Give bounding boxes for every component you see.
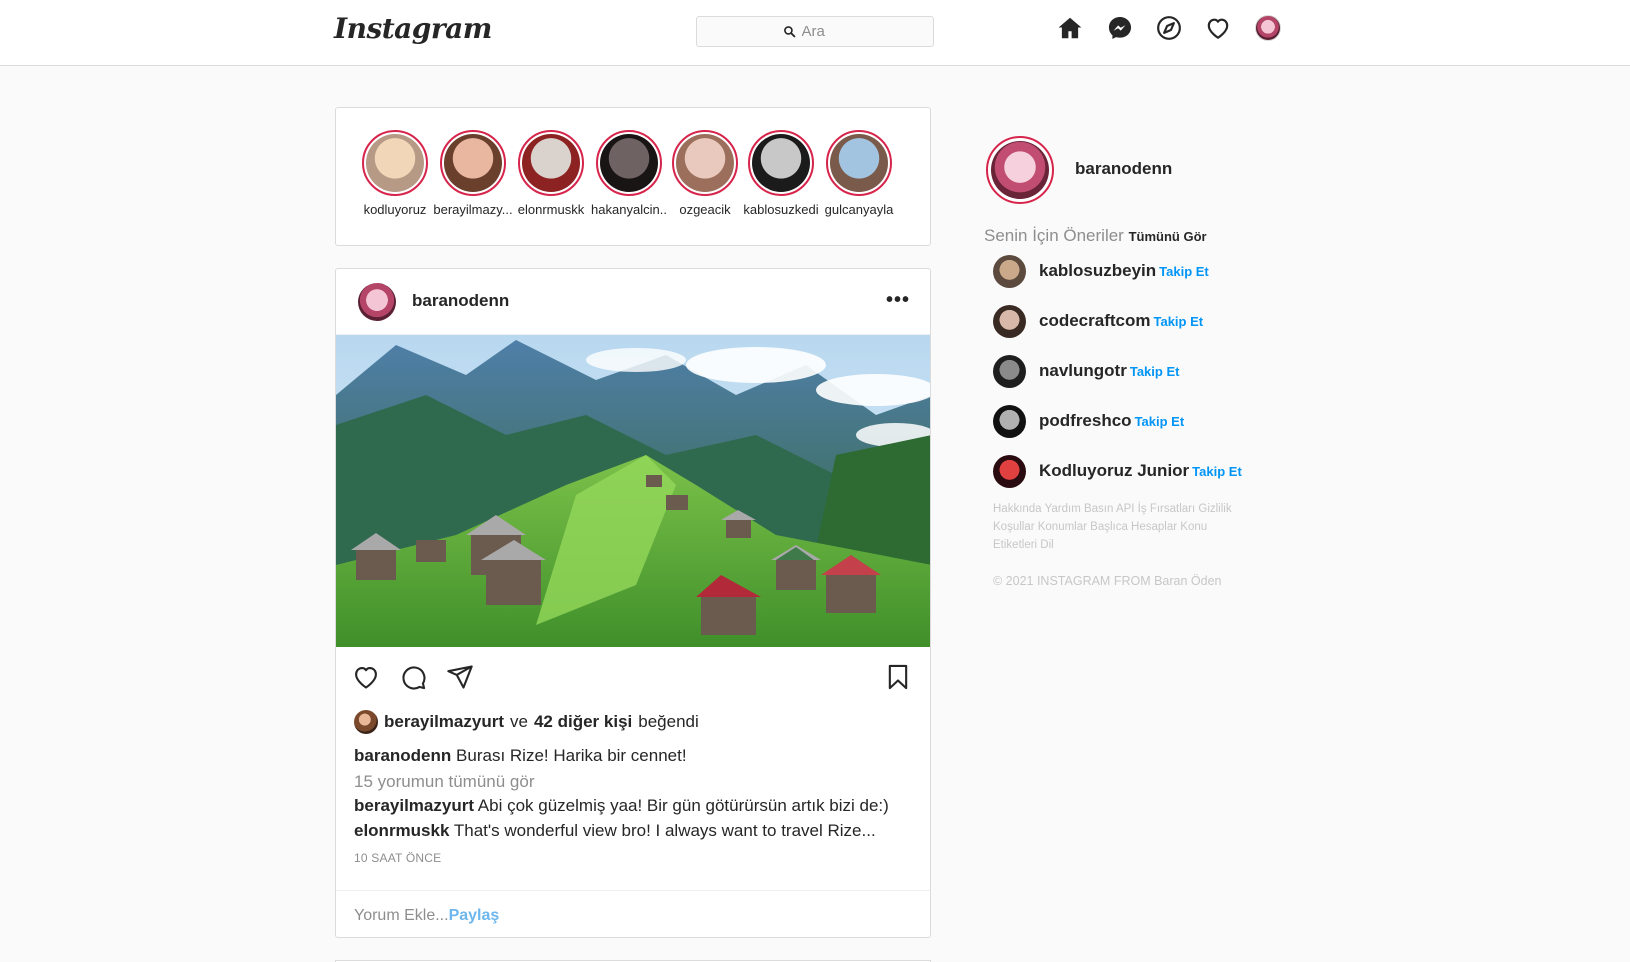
story-username: gulcanyayla [824, 202, 894, 217]
comment-username[interactable]: berayilmazyurt [354, 796, 474, 815]
suggestion-item: navlungotr Takip Et [993, 355, 1273, 389]
suggestion-item: kablosuzbeyin Takip Et [993, 255, 1273, 289]
post-actions [336, 659, 930, 699]
share-comment-button[interactable]: Paylaş [449, 907, 500, 924]
comment-placeholder[interactable]: Yorum Ekle... [354, 907, 449, 924]
follow-button[interactable]: Takip Et [1130, 364, 1180, 379]
story-avatar[interactable] [596, 130, 662, 196]
suggestion-item: podfreshco Takip Et [993, 405, 1273, 439]
story-avatar[interactable] [362, 130, 428, 196]
feed-post: baranodenn ••• berayilmazyurt ve 42 diğe… [335, 268, 931, 938]
story-avatar[interactable] [748, 130, 814, 196]
more-options-icon[interactable]: ••• [886, 289, 910, 312]
story-avatar[interactable] [518, 130, 584, 196]
story-item[interactable]: elonrmuskk [510, 130, 592, 217]
footer-links[interactable]: Hakkında Yardım Basın API İş Fırsatları … [993, 500, 1243, 554]
post-caption: baranodenn Burası Rize! Harika bir cenne… [354, 746, 687, 766]
current-user-avatar[interactable] [986, 136, 1054, 204]
story-username: elonrmuskk [517, 202, 585, 217]
current-user-username[interactable]: baranodenn [1075, 159, 1172, 179]
search-input[interactable] [801, 23, 848, 40]
activity-heart-icon[interactable] [1204, 14, 1232, 42]
search-icon [783, 26, 795, 38]
instagram-logo[interactable]: Instagram [334, 12, 492, 45]
stories-bar: kodluyoruz berayilmazy... elonrmuskk hakany… [335, 107, 931, 246]
comment-field[interactable]: Yorum Ekle...Paylaş [354, 907, 499, 925]
likes-conjunction: ve [510, 712, 528, 731]
liker-username[interactable]: berayilmazyurt [384, 712, 504, 732]
suggestion-username[interactable]: Kodluyoruz Junior [1039, 461, 1189, 480]
story-item[interactable]: kodluyoruz [354, 130, 436, 217]
comment-icon[interactable] [399, 663, 429, 693]
suggestion-avatar[interactable] [993, 355, 1026, 388]
suggestion-username[interactable]: kablosuzbeyin [1039, 261, 1156, 280]
story-item[interactable]: hakanyalcin.. [588, 130, 670, 217]
follow-button[interactable]: Takip Et [1135, 414, 1185, 429]
caption-text: Burası Rize! Harika bir cennet! [456, 746, 687, 765]
messenger-icon[interactable] [1106, 14, 1134, 42]
post-image[interactable] [336, 335, 930, 647]
post-timestamp: 10 SAAT ÖNCE [354, 851, 442, 865]
suggestion-username[interactable]: codecraftcom [1039, 311, 1150, 330]
top-navbar: Instagram [0, 0, 1630, 66]
suggestion-avatar[interactable] [993, 305, 1026, 338]
see-all-link[interactable]: Tümünü Gör [1129, 229, 1207, 244]
follow-button[interactable]: Takip Et [1192, 464, 1242, 479]
comment-text: Abi çok güzelmiş yaa! Bir gün götürürsün… [477, 796, 889, 815]
follow-button[interactable]: Takip Et [1159, 264, 1209, 279]
suggestion-avatar[interactable] [993, 255, 1026, 288]
story-item[interactable]: berayilmazy... [432, 130, 514, 217]
suggestion-item: Kodluyoruz Junior Takip Et [993, 455, 1273, 489]
add-comment-bar: Yorum Ekle...Paylaş [336, 890, 930, 937]
comment-text: That's wonderful view bro! I always want… [453, 821, 876, 840]
story-item[interactable]: kablosuzkedi [740, 130, 822, 217]
story-item[interactable]: ozgeacik [664, 130, 746, 217]
share-send-icon[interactable] [446, 663, 476, 693]
comment-row: berayilmazyurt Abi çok güzelmiş yaa! Bir… [354, 796, 889, 816]
suggestion-item: codecraftcom Takip Et [993, 305, 1273, 339]
comment-username[interactable]: elonrmuskk [354, 821, 449, 840]
copyright: © 2021 INSTAGRAM FROM Baran Öden [993, 574, 1222, 588]
story-username: kodluyoruz [363, 202, 427, 217]
liker-avatar[interactable] [354, 710, 378, 734]
profile-avatar[interactable] [1254, 14, 1282, 42]
home-icon[interactable] [1056, 14, 1084, 42]
story-avatar[interactable] [440, 130, 506, 196]
search-box[interactable] [696, 16, 934, 47]
likes-summary: berayilmazyurt ve 42 diğer kişi beğendi [354, 710, 699, 734]
likes-suffix: beğendi [638, 712, 699, 731]
suggestions-header: Senin İçin Öneriler Tümünü Gör [984, 226, 1207, 246]
story-item[interactable]: gulcanyayla [818, 130, 900, 217]
suggestion-avatar[interactable] [993, 455, 1026, 488]
suggestions-title: Senin İçin Öneriler [984, 226, 1124, 245]
story-avatar[interactable] [672, 130, 738, 196]
caption-username[interactable]: baranodenn [354, 746, 451, 765]
view-all-comments-link[interactable]: 15 yorumun tümünü gör [354, 772, 535, 792]
comment-row: elonrmuskk That's wonderful view bro! I … [354, 821, 876, 841]
suggestion-username[interactable]: podfreshco [1039, 411, 1132, 430]
post-author-avatar[interactable] [358, 283, 396, 321]
suggestion-username[interactable]: navlungotr [1039, 361, 1127, 380]
story-username: ozgeacik [679, 202, 731, 217]
story-username: kablosuzkedi [743, 202, 819, 217]
story-username: hakanyalcin.. [591, 202, 667, 217]
suggestion-avatar[interactable] [993, 405, 1026, 438]
story-username: berayilmazy... [433, 202, 513, 217]
likes-others-count[interactable]: 42 diğer kişi [534, 712, 632, 732]
post-header: baranodenn ••• [336, 269, 930, 335]
explore-icon[interactable] [1155, 14, 1183, 42]
story-avatar[interactable] [826, 130, 892, 196]
save-bookmark-icon[interactable] [884, 663, 914, 693]
post-author-username[interactable]: baranodenn [412, 291, 509, 311]
like-icon[interactable] [352, 663, 382, 693]
follow-button[interactable]: Takip Et [1153, 314, 1203, 329]
